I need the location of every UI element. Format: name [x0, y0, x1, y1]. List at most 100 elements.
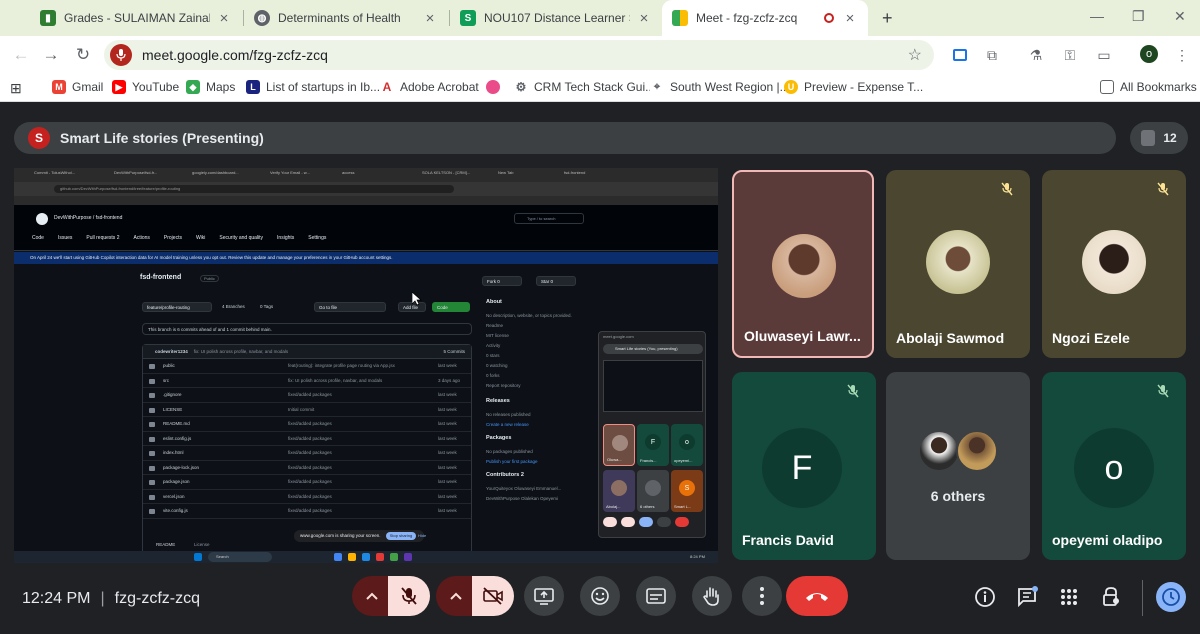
activities-button[interactable]: [1056, 584, 1082, 610]
file-row: LICENSE Initial commit last week: [143, 403, 471, 417]
reload-icon[interactable]: ↻: [72, 44, 94, 66]
address-bar[interactable]: meet.google.com/fzg-zcfz-zcq ☆: [104, 40, 934, 70]
ahead-behind-notice: This branch is 6 commits ahead of and 1 …: [142, 323, 472, 335]
meeting-details-button[interactable]: [972, 584, 998, 610]
taskbar-search: Search: [208, 552, 272, 562]
participant-tile-others[interactable]: 6 others: [886, 372, 1030, 560]
close-icon[interactable]: ×: [842, 10, 858, 27]
chat-icon: [1018, 586, 1038, 608]
url-text: meet.google.com/fzg-zcfz-zcq: [142, 47, 328, 63]
about-title: About: [486, 299, 502, 305]
mic-toggle-button[interactable]: [388, 576, 430, 616]
file-commit-message: fixed/added packages: [288, 435, 332, 441]
file-row: vite.config.js fixed/added packages last w…: [143, 504, 471, 519]
youtube-icon: ▶: [112, 80, 126, 94]
tray-time: 8:24 PM: [690, 554, 705, 559]
branch-count: 4 Branches: [222, 304, 245, 309]
presenting-bar[interactable]: S Smart Life stories (Presenting): [14, 122, 1116, 154]
labs-icon[interactable]: ⚗: [1026, 45, 1046, 65]
participant-tile-francis[interactable]: F Francis David: [732, 372, 876, 560]
participant-thumb-icon: [1141, 130, 1156, 146]
participant-photo: [918, 430, 960, 472]
bookmark-southwest[interactable]: ⌖ South West Region |...: [650, 80, 790, 94]
menu-dots-icon[interactable]: ⋮: [1172, 45, 1192, 65]
bookmark-star-icon[interactable]: ☆: [908, 45, 922, 65]
license-label: License: [194, 542, 210, 547]
new-tab-button[interactable]: +: [872, 0, 896, 36]
cast-icon[interactable]: [950, 45, 970, 65]
mini-tile: 6 others: [637, 470, 669, 512]
divider: [1142, 580, 1143, 616]
bookmark-acrobat[interactable]: A Adobe Acrobat: [380, 80, 479, 94]
host-controls-button[interactable]: [1098, 584, 1124, 610]
folder-icon: [1100, 80, 1114, 94]
file-name: package-lock.json: [163, 464, 200, 470]
github-header: DevWithPurpose / fsd-frontend Type / to …: [14, 205, 718, 251]
present-screen-button[interactable]: [524, 576, 564, 616]
bookmark-label: All Bookmarks: [1120, 80, 1197, 94]
back-icon[interactable]: ←: [10, 44, 32, 66]
file-date: last week: [438, 464, 457, 470]
forward-icon[interactable]: →: [40, 44, 62, 66]
restore-icon[interactable]: ❐: [1132, 8, 1145, 25]
mic-options-button[interactable]: [352, 576, 392, 616]
branch-select: feature/profile-routing: [142, 302, 212, 312]
all-bookmarks[interactable]: All Bookmarks: [1100, 80, 1197, 94]
captions-button[interactable]: [636, 576, 676, 616]
participant-tile-abolaji[interactable]: Abolaji Sawmod: [886, 170, 1030, 358]
bookmarks-bar: ⊞ M Gmail ▶ YouTube ◆ Maps L List of startup…: [0, 74, 1200, 102]
raise-hand-button[interactable]: [692, 576, 732, 616]
participant-tile-oluwaseyi[interactable]: Oluwaseyi Lawr...: [732, 170, 874, 358]
password-key-icon[interactable]: ⚿: [1060, 45, 1080, 65]
close-icon[interactable]: ×: [422, 10, 438, 27]
bookmark-youtube[interactable]: ▶ YouTube: [112, 80, 179, 94]
browser-tab-nou107[interactable]: S NOU107 Distance Learner Studi ×: [450, 0, 662, 36]
browser-tab-grades[interactable]: ▮ Grades - SULAIMAN Zainab Op ×: [30, 0, 242, 36]
latest-commit-row: codewriter1234 fix: UI polish across prof…: [143, 345, 471, 359]
reactions-button[interactable]: [580, 576, 620, 616]
bookmark-maps[interactable]: ◆ Maps: [186, 80, 235, 94]
repo-nav: Code Issues Pull requests 2 Actions Proj…: [32, 235, 326, 241]
minimize-icon[interactable]: —: [1090, 8, 1104, 24]
apps-grid-icon: [1061, 589, 1077, 605]
participant-tile-ngozi[interactable]: Ngozi Ezele: [1042, 170, 1186, 358]
bookmark-gmail[interactable]: M Gmail: [52, 80, 103, 94]
about-link: Activity: [486, 343, 501, 348]
bookmark-startups[interactable]: L List of startups in Ib...: [246, 80, 380, 94]
more-options-button[interactable]: [742, 576, 782, 616]
bookmark-crm[interactable]: ⚙ CRM Tech Stack Gui...: [514, 80, 655, 94]
close-window-icon[interactable]: ✕: [1174, 8, 1186, 25]
camera-toggle-button[interactable]: [472, 576, 514, 616]
file-row: public feat(routing): integrate profile p…: [143, 359, 471, 374]
mouse-cursor-icon: [412, 292, 422, 306]
mini-tile-letter: o: [679, 434, 695, 450]
bookmark-preview[interactable]: U Preview - Expense T...: [784, 80, 923, 94]
preview-icon: U: [784, 80, 798, 94]
apps-grid-icon[interactable]: ⊞: [10, 80, 22, 97]
camera-options-button[interactable]: [436, 576, 476, 616]
close-icon[interactable]: ×: [216, 10, 232, 27]
meeting-time: 12:24 PM: [22, 590, 91, 607]
bookmark-dribbble[interactable]: [486, 80, 506, 94]
profile-avatar[interactable]: o: [1140, 45, 1158, 63]
participant-tile-opeyemi[interactable]: o opeyemi oladipo: [1042, 372, 1186, 560]
explorer-taskbar-icon: [348, 553, 356, 561]
file-name: README.md: [163, 421, 190, 426]
browser-toolbar: ← → ↻ meet.google.com/fzg-zcfz-zcq ☆ ⧉ ⚗…: [0, 36, 1200, 74]
mic-indicator-icon[interactable]: [110, 44, 132, 66]
wallet-icon[interactable]: ▭: [1094, 45, 1114, 65]
leave-call-button[interactable]: [786, 576, 848, 616]
mic-off-icon: [842, 380, 864, 402]
participant-count-chip[interactable]: 12: [1130, 122, 1188, 154]
mini-meet-title: Smart Life stories (You, presenting): [603, 344, 703, 354]
browser-tab-meet[interactable]: Meet - fzg-zcfz-zcq ×: [662, 0, 868, 36]
repo-nav-item: Settings: [308, 235, 327, 241]
emoji-icon: [591, 587, 609, 605]
contributor: YourQuiteyox Oluwaseyi Emmanuel...: [486, 486, 562, 491]
chat-button[interactable]: [1014, 584, 1040, 610]
extensions-icon[interactable]: ⧉: [982, 45, 1002, 65]
maps-icon: ◆: [186, 80, 200, 94]
close-icon[interactable]: ×: [636, 10, 652, 27]
browser-tab-determinants[interactable]: ◍ Determinants of Health ×: [244, 0, 448, 36]
timer-button[interactable]: [1156, 582, 1186, 612]
